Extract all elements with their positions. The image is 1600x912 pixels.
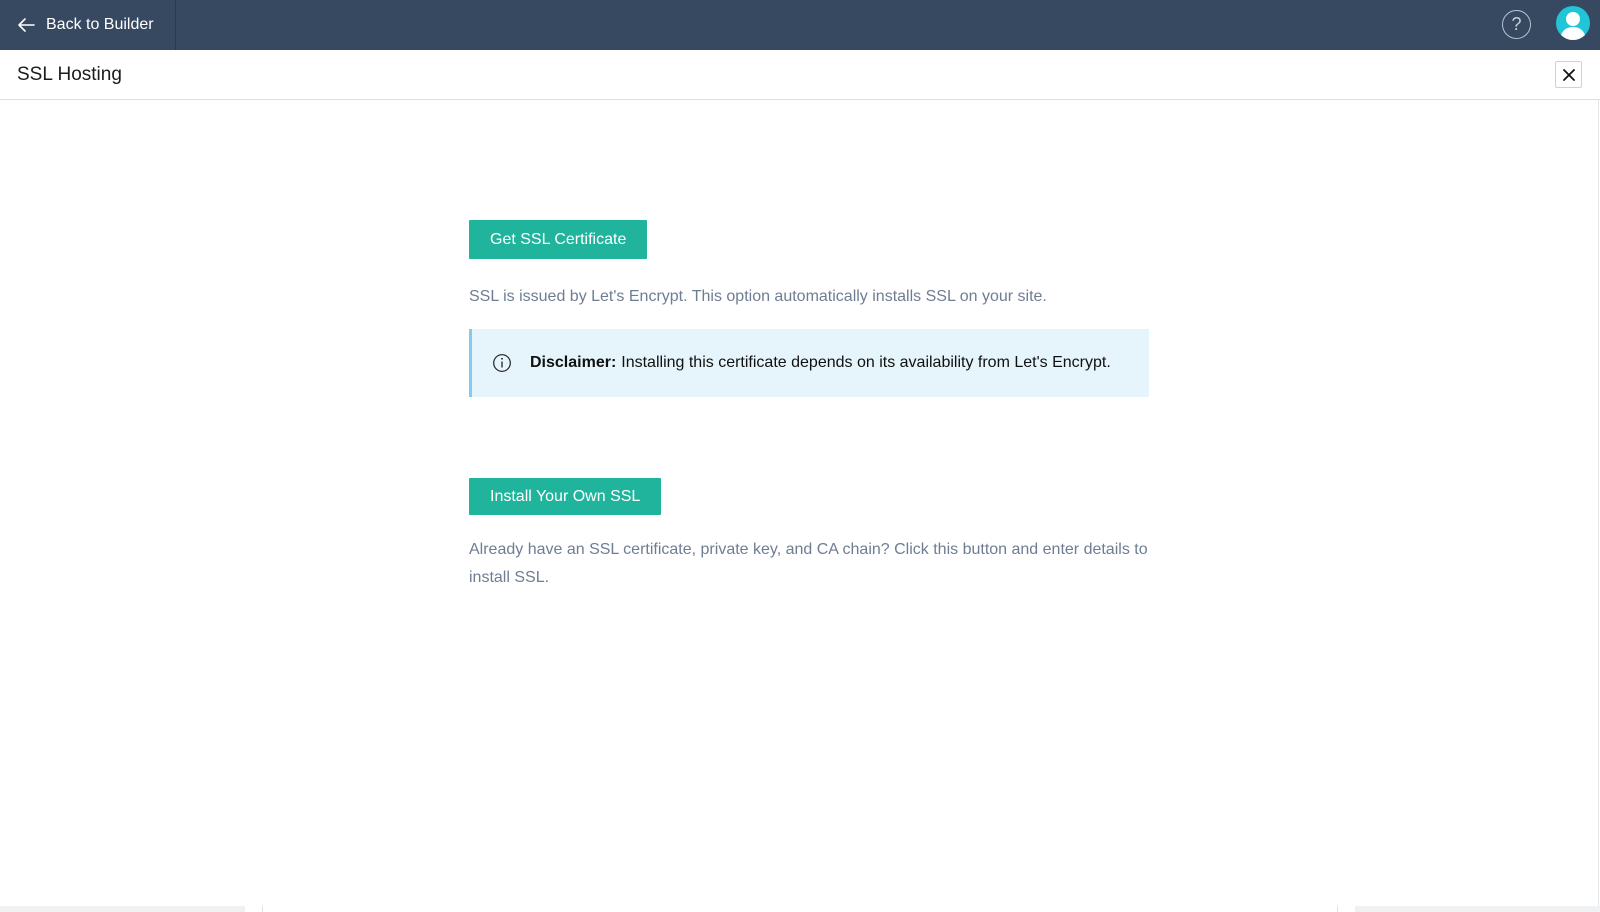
get-ssl-description: SSL is issued by Let's Encrypt. This opt…	[469, 288, 1047, 305]
user-avatar[interactable]	[1556, 6, 1590, 40]
disclaimer-box: Disclaimer: Installing this certificate …	[469, 329, 1149, 397]
page-header: SSL Hosting	[0, 50, 1600, 100]
info-icon	[493, 354, 511, 372]
back-to-builder-button[interactable]: Back to Builder	[0, 0, 176, 50]
bottom-panel-center	[262, 906, 1338, 912]
install-own-section: Install Your Own SSL Already have an SSL…	[469, 478, 1149, 592]
ssl-options: Get SSL Certificate SSL is issued by Let…	[469, 220, 1149, 592]
top-bar: Back to Builder ?	[0, 0, 1600, 50]
bottom-panel-right	[1355, 906, 1600, 912]
get-ssl-certificate-button[interactable]: Get SSL Certificate	[469, 220, 648, 259]
close-icon	[1562, 68, 1575, 81]
install-own-description: Already have an SSL certificate, private…	[469, 541, 1148, 586]
bottom-panel-left	[0, 906, 245, 912]
install-own-ssl-button[interactable]: Install Your Own SSL	[469, 478, 662, 515]
panel-divider	[1598, 100, 1599, 912]
arrow-left-icon	[18, 18, 35, 32]
disclaimer-label: Disclaimer:	[530, 354, 617, 371]
help-icon: ?	[1511, 14, 1522, 34]
back-to-builder-label: Back to Builder	[46, 16, 154, 33]
disclaimer-text: Installing this certificate depends on i…	[621, 354, 1111, 371]
close-button[interactable]	[1555, 61, 1582, 88]
help-button[interactable]: ?	[1502, 10, 1531, 39]
user-avatar-icon	[1560, 12, 1586, 40]
page-title: SSL Hosting	[17, 64, 122, 85]
